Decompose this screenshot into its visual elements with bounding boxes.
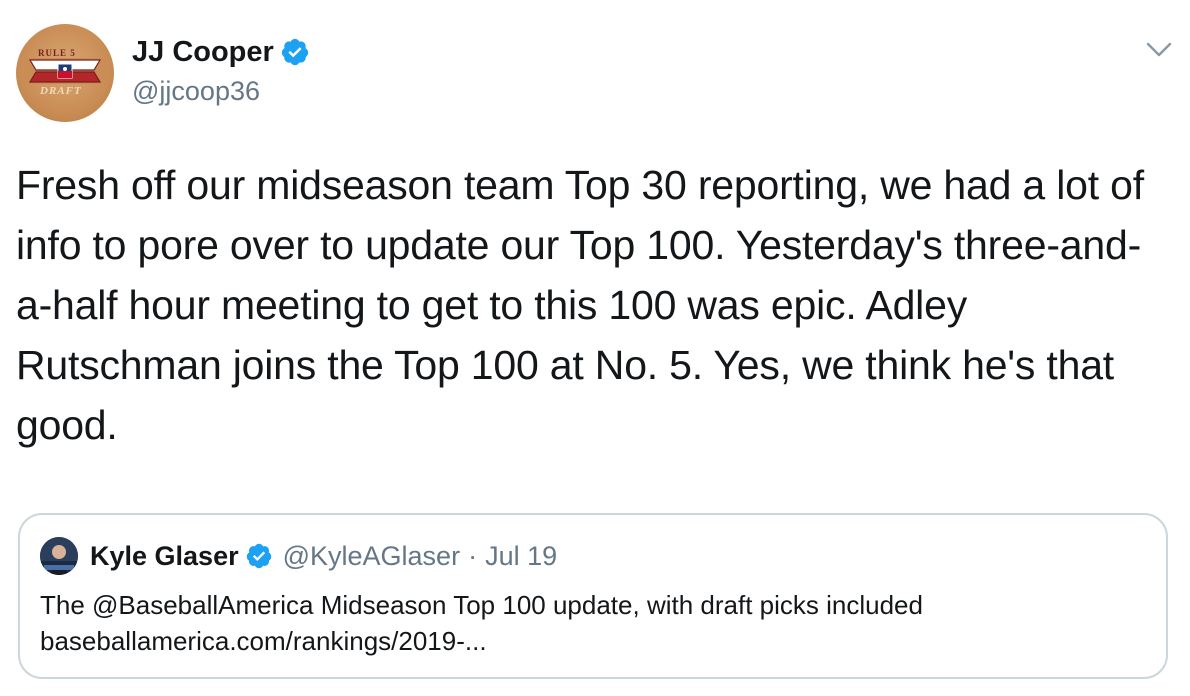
chevron-down-icon[interactable] (1146, 42, 1172, 58)
tweet-text: Fresh off our midseason team Top 30 repo… (16, 162, 1156, 448)
author-display-name[interactable]: JJ Cooper (132, 34, 274, 70)
author-name-block: JJ Cooper @jjcoop36 (132, 34, 310, 108)
avatar-logo-text-bottom: DRAFT (40, 85, 82, 97)
quoted-tweet-header: Kyle Glaser @KyleAGlaser · Jul 19 (40, 537, 557, 575)
verified-badge-icon (281, 38, 308, 66)
quoted-text-line-2: baseballamerica.com/rankings/2019-... (40, 626, 487, 656)
verified-badge-icon (246, 543, 271, 569)
quoted-separator: · (468, 540, 478, 571)
quoted-date: Jul 19 (485, 540, 558, 571)
quoted-author-handle: @KyleAGlaser (282, 540, 461, 571)
quoted-avatar-image-icon (40, 537, 78, 575)
tweet-header: RULE 5 DRAFT JJ Cooper @jjcoop36 (16, 24, 310, 122)
rule-5-draft-logo-icon (24, 58, 106, 84)
author-avatar[interactable]: RULE 5 DRAFT (16, 24, 114, 122)
avatar-logo-text-top: RULE 5 (38, 48, 76, 58)
quoted-author-name: Kyle Glaser (90, 540, 239, 571)
quoted-text-line-1: The @BaseballAmerica Midseason Top 100 u… (40, 590, 923, 620)
quoted-tweet-text: The @BaseballAmerica Midseason Top 100 u… (40, 587, 1150, 659)
quoted-tweet[interactable]: Kyle Glaser @KyleAGlaser · Jul 19 The @B… (18, 513, 1168, 679)
author-handle[interactable]: @jjcoop36 (132, 74, 310, 108)
tweet-card: RULE 5 DRAFT JJ Cooper @jjcoop36 Fresh o… (0, 0, 1190, 696)
quoted-author-avatar (40, 537, 78, 575)
author-name-row: JJ Cooper (132, 34, 310, 70)
